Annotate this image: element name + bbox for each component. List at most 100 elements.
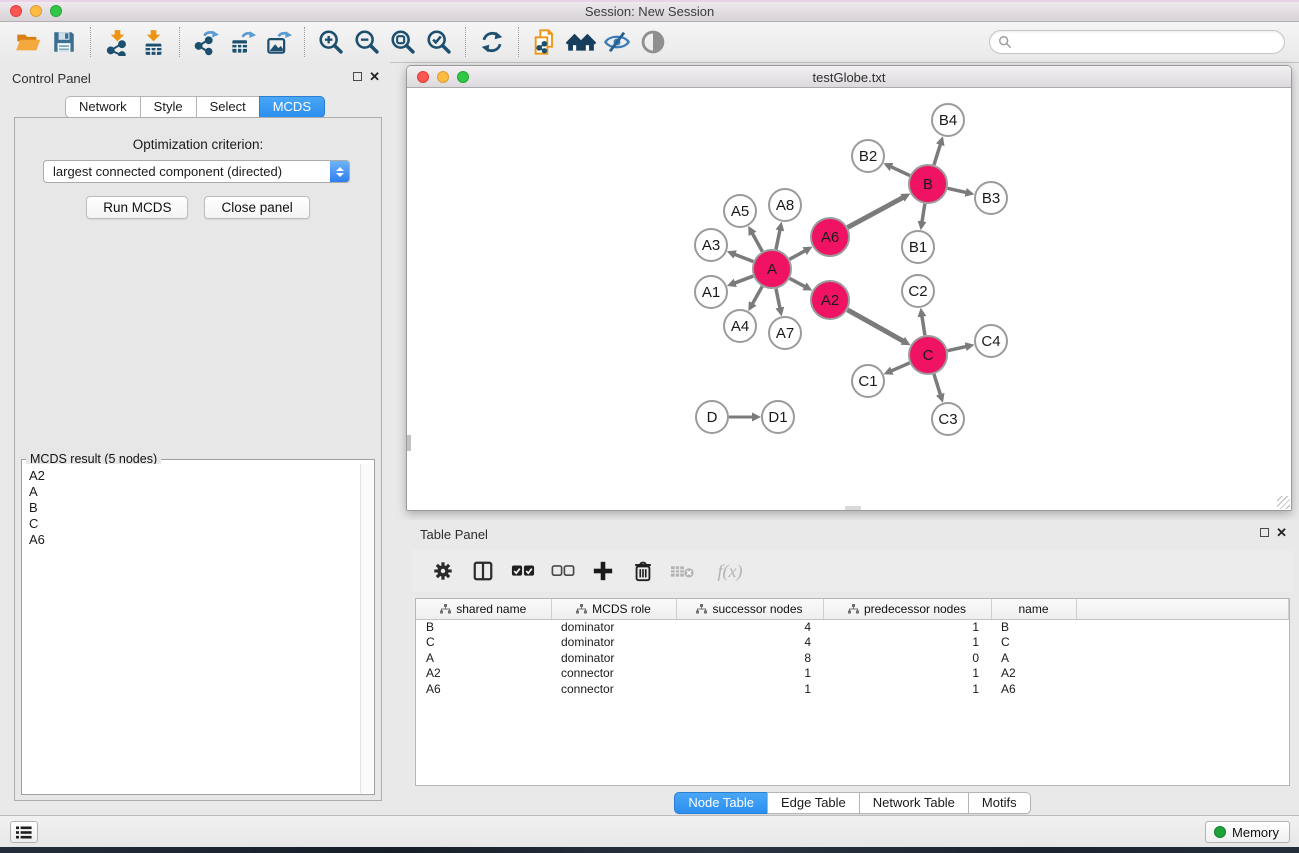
graph-node-A3[interactable]: A3 xyxy=(695,229,727,261)
graph-node-B[interactable]: B xyxy=(909,165,947,203)
column-header-name[interactable]: name xyxy=(991,599,1076,619)
column-header-shared-name[interactable]: shared name xyxy=(416,599,551,619)
open-session-button[interactable] xyxy=(10,25,46,59)
edge-A2-C[interactable] xyxy=(847,310,903,342)
table-cell[interactable]: A2 xyxy=(416,666,551,682)
zoom-fit-button[interactable] xyxy=(385,25,421,59)
edge-A-A8[interactable] xyxy=(776,229,780,249)
add-column-button[interactable] xyxy=(588,556,618,586)
split-panel-button[interactable] xyxy=(468,556,498,586)
graph-node-A6[interactable]: A6 xyxy=(811,218,849,256)
table-row[interactable]: A2connector11A2 xyxy=(416,666,1289,682)
graph-node-C[interactable]: C xyxy=(909,336,947,374)
graph-node-A8[interactable]: A8 xyxy=(769,189,801,221)
edge-C-C4[interactable] xyxy=(948,346,967,350)
run-mcds-button[interactable]: Run MCDS xyxy=(86,196,188,219)
node-table[interactable]: shared nameMCDS rolesuccessor nodesprede… xyxy=(416,599,1289,697)
select-all-columns-button[interactable] xyxy=(508,556,538,586)
tab-select[interactable]: Select xyxy=(196,96,260,118)
optimization-criterion-select[interactable]: largest connected component (directed) xyxy=(43,160,350,183)
import-table-button[interactable] xyxy=(135,25,171,59)
edge-B-B2[interactable] xyxy=(891,167,910,176)
close-panel-button[interactable]: Close panel xyxy=(204,196,309,219)
edge-A6-B[interactable] xyxy=(848,197,904,227)
table-cell[interactable]: A xyxy=(991,650,1076,666)
show-hidden-button[interactable] xyxy=(635,25,671,59)
zoom-in-button[interactable] xyxy=(313,25,349,59)
table-cell[interactable]: 1 xyxy=(823,681,991,697)
search-input[interactable] xyxy=(1012,34,1276,51)
edge-B-B1[interactable] xyxy=(922,204,925,223)
table-cell[interactable]: 1 xyxy=(676,666,823,682)
table-cell[interactable]: A xyxy=(416,650,551,666)
edge-C-C1[interactable] xyxy=(891,363,910,371)
canvas-horizontal-scroll-mark[interactable] xyxy=(845,506,861,510)
graph-node-A7[interactable]: A7 xyxy=(769,317,801,349)
mcds-result-item[interactable]: A xyxy=(29,484,354,500)
table-cell[interactable]: 1 xyxy=(823,635,991,651)
graph-node-C3[interactable]: C3 xyxy=(932,403,964,435)
task-history-button[interactable] xyxy=(10,821,38,843)
delete-column-button[interactable] xyxy=(628,556,658,586)
network-canvas[interactable]: B4B2BB3A8A5A6A3B1AA1C2A2A4A7C4CC1C3DD1 xyxy=(407,88,1291,510)
zoom-out-button[interactable] xyxy=(349,25,385,59)
graph-node-C1[interactable]: C1 xyxy=(852,365,884,397)
graph-node-A[interactable]: A xyxy=(753,250,791,288)
edge-C-C2[interactable] xyxy=(922,316,925,336)
export-network-button[interactable] xyxy=(188,25,224,59)
table-row[interactable]: Cdominator41C xyxy=(416,635,1289,651)
graph-node-A2[interactable]: A2 xyxy=(811,281,849,319)
table-cell[interactable]: B xyxy=(991,619,1076,635)
table-cell[interactable]: 0 xyxy=(823,650,991,666)
clone-network-button[interactable] xyxy=(527,25,563,59)
table-cell[interactable]: 4 xyxy=(676,619,823,635)
canvas-vertical-scroll-mark[interactable] xyxy=(407,435,411,451)
graph-node-A5[interactable]: A5 xyxy=(724,195,756,227)
window-resize-grip[interactable] xyxy=(1277,496,1290,509)
network-graph[interactable]: B4B2BB3A8A5A6A3B1AA1C2A2A4A7C4CC1C3DD1 xyxy=(407,88,1291,510)
edge-A-A2[interactable] xyxy=(790,278,806,286)
table-cell[interactable]: connector xyxy=(551,666,676,682)
graph-node-D1[interactable]: D1 xyxy=(762,401,794,433)
export-table-button[interactable] xyxy=(224,25,260,59)
edge-A-A3[interactable] xyxy=(734,254,753,262)
table-cell[interactable]: dominator xyxy=(551,635,676,651)
edge-B-B3[interactable] xyxy=(948,188,967,192)
edge-A-A6[interactable] xyxy=(790,251,806,260)
float-panel-icon[interactable] xyxy=(353,72,362,81)
function-builder-button[interactable]: f(x) xyxy=(708,556,752,586)
table-cell[interactable]: C xyxy=(991,635,1076,651)
column-header-mcds-role[interactable]: MCDS role xyxy=(551,599,676,619)
refresh-view-button[interactable] xyxy=(474,25,510,59)
result-list-scrollbar[interactable] xyxy=(360,464,373,793)
memory-button[interactable]: Memory xyxy=(1205,821,1290,843)
export-image-button[interactable] xyxy=(260,25,296,59)
table-cell[interactable]: B xyxy=(416,619,551,635)
mcds-result-list[interactable]: A2ABCA6 xyxy=(23,464,360,793)
tab-node-table[interactable]: Node Table xyxy=(674,792,768,814)
table-cell[interactable]: 1 xyxy=(823,619,991,635)
graph-node-C4[interactable]: C4 xyxy=(975,325,1007,357)
graph-node-D[interactable]: D xyxy=(696,401,728,433)
tab-mcds[interactable]: MCDS xyxy=(259,96,325,118)
mcds-result-item[interactable]: C xyxy=(29,516,354,532)
tab-motifs[interactable]: Motifs xyxy=(968,792,1031,814)
graph-node-B2[interactable]: B2 xyxy=(852,140,884,172)
search-box[interactable] xyxy=(989,30,1285,54)
tab-network-table[interactable]: Network Table xyxy=(859,792,969,814)
import-network-button[interactable] xyxy=(99,25,135,59)
hide-selected-button[interactable] xyxy=(599,25,635,59)
table-row[interactable]: Bdominator41B xyxy=(416,619,1289,635)
delete-table-button[interactable] xyxy=(668,556,698,586)
graph-node-A4[interactable]: A4 xyxy=(724,310,756,342)
table-settings-button[interactable] xyxy=(428,556,458,586)
table-cell[interactable]: A6 xyxy=(416,681,551,697)
table-row[interactable]: Adominator80A xyxy=(416,650,1289,666)
table-cell[interactable]: A6 xyxy=(991,681,1076,697)
zoom-selected-button[interactable] xyxy=(421,25,457,59)
close-panel-icon[interactable]: ✕ xyxy=(369,72,380,81)
tab-edge-table[interactable]: Edge Table xyxy=(767,792,860,814)
table-cell[interactable]: 4 xyxy=(676,635,823,651)
edge-A-A4[interactable] xyxy=(752,286,762,304)
mcds-result-item[interactable]: B xyxy=(29,500,354,516)
